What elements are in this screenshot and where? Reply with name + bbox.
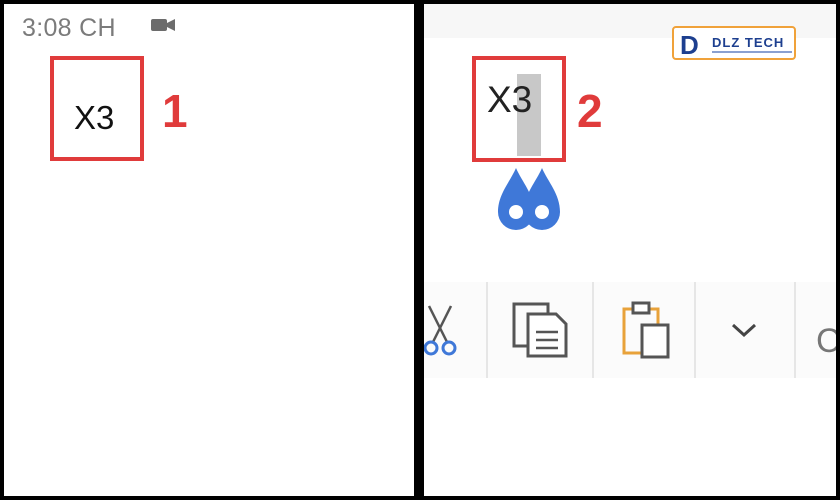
text-selection-handles-icon[interactable]: [492, 164, 568, 244]
chevron-down-icon: [731, 323, 757, 338]
copy-button[interactable]: [508, 282, 574, 378]
brand-name: DLZ TECH: [712, 35, 785, 50]
toolbar-divider: [486, 282, 488, 378]
step-number-2: 2: [577, 85, 603, 137]
step-2-panel: D DLZ TECH X3 2 C: [424, 4, 836, 496]
status-time: 3:08 CH: [22, 14, 116, 42]
d-logo-icon: D: [680, 30, 699, 60]
highlight-box-2: [472, 56, 566, 162]
scissors-icon: [424, 305, 457, 356]
step-number-1: 1: [162, 85, 188, 137]
brand-logo: D DLZ TECH: [672, 26, 796, 60]
video-camera-icon: [151, 19, 175, 31]
toolbar-trailing-text[interactable]: C: [816, 322, 836, 361]
more-options-button[interactable]: [714, 282, 774, 378]
toolbar-divider: [694, 282, 696, 378]
toolbar-divider: [794, 282, 796, 378]
logo-underline: [712, 51, 792, 53]
toolbar-divider: [592, 282, 594, 378]
paste-icon: [622, 301, 670, 359]
cut-button[interactable]: [424, 282, 464, 378]
paste-button[interactable]: [616, 282, 676, 378]
typed-text[interactable]: X3: [74, 99, 114, 137]
copy-icon: [512, 302, 568, 358]
step-1-panel: 3:08 CH X3 1: [4, 4, 414, 496]
edit-toolbar: [424, 282, 836, 378]
